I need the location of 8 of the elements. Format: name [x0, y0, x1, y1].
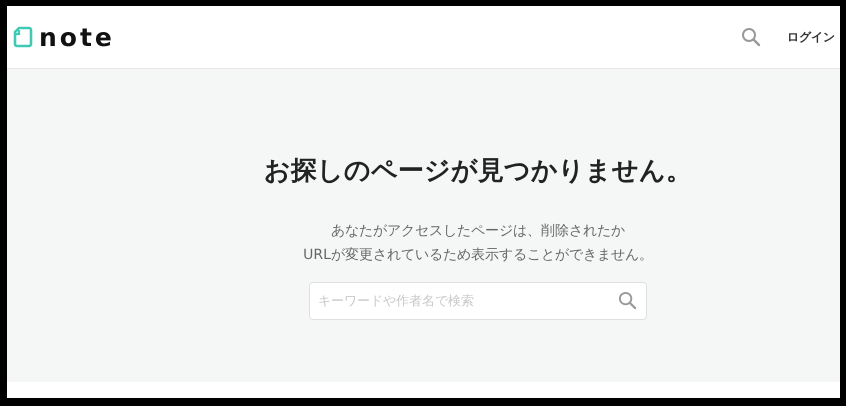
- search-button[interactable]: [741, 27, 761, 47]
- logo-text[interactable]: note: [39, 22, 115, 52]
- login-link[interactable]: ログイン: [787, 28, 835, 46]
- note-logo-icon: [13, 26, 33, 48]
- search-icon: [741, 27, 761, 47]
- error-description: あなたがアクセスしたページは、削除されたか URLが変更されているため表示することができません。: [303, 222, 653, 265]
- error-title: お探しのページが見つかりません。: [264, 155, 692, 188]
- search-icon: [618, 291, 637, 310]
